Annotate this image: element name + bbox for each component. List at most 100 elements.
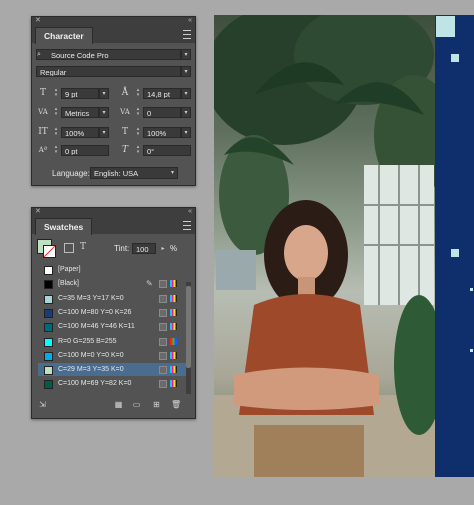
panel-title-bar[interactable]: ✕ «	[32, 208, 195, 216]
tracking-dropdown[interactable]: ▾	[181, 107, 191, 118]
swatch-color-chip	[44, 351, 53, 361]
swatch-color-chip	[44, 337, 53, 347]
kerning-input[interactable]: Metrics	[61, 107, 99, 118]
swatch-row[interactable]: [Black] ✎	[38, 277, 186, 290]
new-color-group-icon[interactable]: ▭	[132, 400, 141, 409]
swatch-views-icon[interactable]: ▦	[114, 400, 123, 409]
formatting-text-icon[interactable]: T	[78, 242, 88, 253]
leading-stepper[interactable]: ▴ ▾	[135, 88, 141, 99]
font-style-field[interactable]: Regular	[36, 66, 181, 77]
tint-percent: %	[170, 244, 178, 253]
scrollbar-thumb[interactable]	[186, 286, 191, 368]
horizontal-scale-stepper[interactable]: ▴ ▾	[135, 127, 141, 138]
language-dropdown[interactable]: English: USA ▾	[90, 167, 178, 179]
leading-value: 14,8 pt	[147, 90, 170, 99]
leading-dropdown[interactable]: ▾	[181, 88, 191, 99]
swatch-row[interactable]: R=0 G=255 B=255	[38, 335, 186, 348]
cmyk-mode-icon	[170, 380, 177, 388]
tracking-value: 0	[147, 109, 152, 118]
skew-value: 0°	[147, 147, 155, 156]
cmyk-mode-icon	[170, 280, 177, 288]
chevron-down-icon: ▾	[170, 170, 174, 176]
font-size-dropdown[interactable]: ▾	[99, 88, 109, 99]
swatch-color-chip	[44, 280, 53, 290]
skew-input[interactable]: 0°	[143, 145, 191, 156]
kerning-dropdown[interactable]: ▾	[99, 107, 109, 118]
swatch-row[interactable]: C=29 M=3 Y=35 K=0	[38, 363, 186, 377]
swatch-row[interactable]: C=100 M=80 Y=0 K=26	[38, 306, 186, 319]
swatch-name: R=0 G=255 B=255	[58, 337, 117, 345]
tab-character[interactable]: Character	[35, 27, 93, 44]
none-slash-icon	[43, 245, 56, 258]
swatch-name: C=100 M=0 Y=0 K=0	[58, 351, 124, 359]
panel-title-bar[interactable]: ✕ «	[32, 17, 195, 25]
stroke-swatch[interactable]	[43, 245, 56, 258]
panel-menu-icon[interactable]	[183, 30, 191, 39]
swatch-color-chip	[44, 266, 53, 275]
frame-square-small-2	[451, 249, 459, 257]
font-style-value: Regular	[40, 68, 67, 77]
swatch-row[interactable]: C=100 M=0 Y=0 K=0	[38, 349, 186, 362]
cmyk-mode-icon	[170, 351, 177, 359]
cmyk-mode-icon	[170, 366, 177, 374]
horizontal-scale-input[interactable]: 100%	[143, 127, 181, 138]
swatch-name: C=100 M=80 Y=0 K=26	[58, 308, 132, 316]
font-size-value: 9 pt	[65, 90, 78, 99]
vertical-scale-stepper[interactable]: ▴ ▾	[53, 127, 59, 138]
kerning-value: Metrics	[65, 109, 90, 118]
font-family-field[interactable]: Source Code Pro	[36, 49, 181, 60]
tint-arrow-icon[interactable]: ▸	[159, 243, 167, 254]
delete-swatch-icon[interactable]: 🗑	[171, 400, 181, 409]
font-style-dropdown[interactable]: ▾	[181, 66, 191, 77]
swatch-row[interactable]: [Paper]	[38, 263, 186, 276]
baseline-shift-input[interactable]: 0 pt	[61, 145, 109, 156]
kerning-stepper[interactable]: ▴ ▾	[53, 107, 59, 118]
cmyk-mode-icon	[170, 323, 177, 331]
swatch-name: [Black]	[58, 280, 80, 288]
swatch-name: C=35 M=3 Y=17 K=0	[58, 294, 124, 302]
collapse-icon[interactable]: «	[188, 207, 192, 216]
swatch-name: C=29 M=3 Y=35 K=0	[58, 366, 124, 374]
font-size-input[interactable]: 9 pt	[61, 88, 99, 99]
blue-side-panel	[435, 15, 474, 477]
process-color-icon	[159, 337, 167, 346]
tracking-stepper[interactable]: ▴ ▾	[135, 107, 141, 118]
horizontal-scale-dropdown[interactable]: ▾	[181, 127, 191, 138]
show-all-swatches-icon[interactable]: ⇲	[38, 400, 47, 409]
tint-label: Tint:	[114, 244, 130, 253]
tint-input[interactable]: 100	[132, 243, 156, 254]
font-family-value: Source Code Pro	[51, 51, 109, 60]
panel-menu-icon[interactable]	[183, 221, 191, 230]
close-icon[interactable]: ✕	[35, 16, 41, 25]
font-family-dropdown[interactable]: ▾	[181, 49, 191, 60]
fill-stroke-proxy[interactable]	[37, 239, 57, 259]
tab-swatches[interactable]: Swatches	[35, 218, 93, 235]
vertical-scale-input[interactable]: 100%	[61, 127, 99, 138]
formatting-container-icon[interactable]	[64, 243, 74, 253]
swatch-name: [Paper]	[58, 266, 81, 273]
swatch-row[interactable]: C=100 M=69 Y=82 K=0	[38, 377, 186, 390]
leading-input[interactable]: 14,8 pt	[143, 88, 181, 99]
vertical-scale-dropdown[interactable]: ▾	[99, 127, 109, 138]
leading-icon: Å	[121, 88, 129, 98]
collapse-icon[interactable]: «	[188, 16, 192, 25]
tint-value: 100	[136, 245, 149, 254]
baseline-shift-stepper[interactable]: ▴ ▾	[53, 145, 59, 156]
swatch-color-chip	[44, 380, 53, 390]
swatch-list-scrollbar[interactable]	[186, 282, 191, 394]
swatch-row[interactable]: C=100 M=46 Y=46 K=11	[38, 320, 186, 333]
vertical-scale-value: 100%	[65, 129, 85, 138]
search-icon[interactable]: ⌕	[37, 49, 41, 60]
swatch-row[interactable]: C=35 M=3 Y=17 K=0	[38, 292, 186, 305]
vertical-scale-icon: IT	[38, 127, 48, 137]
process-color-icon	[159, 294, 167, 303]
language-label: Language:	[52, 169, 90, 178]
swatch-name: C=100 M=69 Y=82 K=0	[58, 380, 132, 388]
skew-stepper[interactable]: ▴ ▾	[135, 145, 141, 156]
close-icon[interactable]: ✕	[35, 207, 41, 216]
swatch-color-chip	[44, 323, 53, 333]
tracking-input[interactable]: 0	[143, 107, 181, 118]
font-size-stepper[interactable]: ▴ ▾	[53, 88, 59, 99]
new-swatch-icon[interactable]: ⊞	[152, 400, 161, 409]
kerning-icon: VA	[38, 108, 48, 116]
